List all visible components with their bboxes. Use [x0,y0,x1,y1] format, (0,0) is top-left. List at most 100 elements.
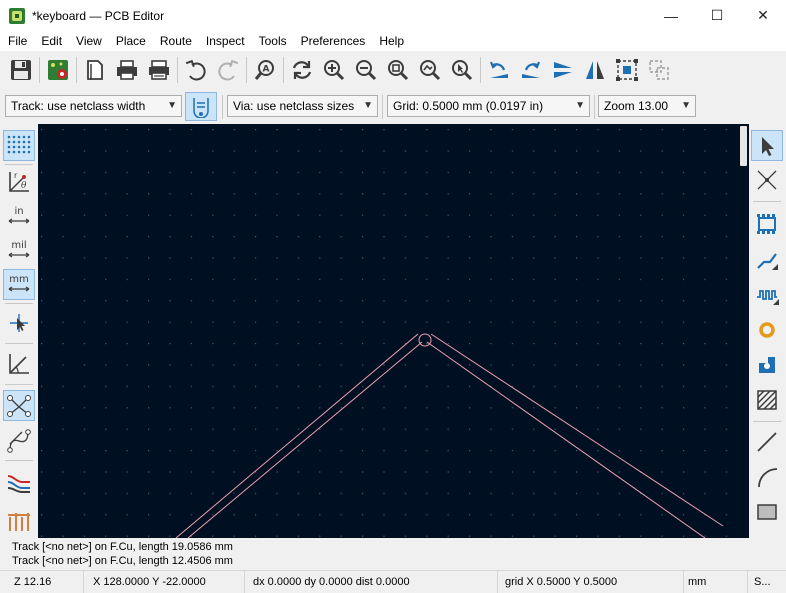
auto-track-width-button[interactable] [185,92,217,121]
zoom-out-button[interactable] [350,54,382,86]
via-icon [759,321,775,338]
rotate-ccw-button[interactable] [483,54,515,86]
draw-rectangle-button[interactable] [751,496,783,527]
ungroup-icon [649,60,669,80]
save-button[interactable] [5,54,37,86]
rectangle-icon [757,503,777,520]
polar-coords-button[interactable]: rθ [3,166,35,197]
menu-help[interactable]: Help [372,31,411,51]
chevron-down-icon: ▼ [363,100,373,111]
select-tool-button[interactable] [751,130,783,161]
status-bar: Z 12.16 X 128.0000 Y -22.0000 dx 0.0000 … [0,570,786,593]
menu-tools[interactable]: Tools [252,31,294,51]
draw-line-button[interactable] [751,426,783,457]
draw-arc-button[interactable] [751,461,783,492]
grid-select[interactable]: Grid: 0.5000 mm (0.0197 in) ▼ [387,95,590,117]
status-units: mm [684,571,748,593]
group-button[interactable] [611,54,643,86]
angle-line-icon [9,353,29,374]
zoom-out-icon [356,60,377,81]
board-setup-button[interactable] [42,54,74,86]
cursor-shape-button[interactable] [3,307,35,338]
status-delta: dx 0.0000 dy 0.0000 dist 0.0000 [248,571,498,593]
mirror-horizontal-button[interactable] [579,54,611,86]
toolbar-separator [753,421,781,422]
print-button[interactable] [111,54,143,86]
add-via-button[interactable] [751,314,783,345]
zoom-fit-icon [388,60,409,81]
options-separator [382,95,383,119]
show-ratsnest-button[interactable] [3,390,35,421]
mirror-vertical-icon [554,62,572,78]
zoom-objects-button[interactable] [414,54,446,86]
menu-place[interactable]: Place [109,31,153,51]
layers-manager-icon [8,512,30,531]
zoom-in-button[interactable] [318,54,350,86]
menu-inspect[interactable]: Inspect [199,31,252,51]
menu-edit[interactable]: Edit [34,31,69,51]
redo-button[interactable] [212,54,244,86]
menu-bar: File Edit View Place Route Inspect Tools… [0,31,786,51]
toggle-grid-button[interactable] [3,130,35,161]
layer-manager-button[interactable] [3,504,35,535]
find-button[interactable]: A [249,54,281,86]
rotate-ccw-icon [489,61,508,78]
add-footprint-button[interactable] [751,208,783,239]
scrollbar-thumb[interactable] [740,126,747,166]
pcbnew-app-icon [9,7,25,24]
ratsnest-icon [7,394,31,417]
canvas-vertical-scrollbar[interactable] [738,124,749,538]
local-ratsnest-icon [757,170,777,189]
group-icon [616,59,638,81]
grid-dots [38,124,749,538]
mm-units-icon: mm [8,274,30,292]
undo-button[interactable] [180,54,212,86]
page-settings-button[interactable] [79,54,111,86]
zoom-select[interactable]: Zoom 13.00 ▼ [598,95,696,117]
route-track-button[interactable] [751,244,783,275]
window-controls: — ☐ ✕ [648,0,786,31]
units-mm-button[interactable]: mm [3,269,35,300]
mirror-vertical-button[interactable] [547,54,579,86]
zoom-selection-icon [452,60,473,81]
status-coordinates: X 128.0000 Y -22.0000 [88,571,245,593]
close-button[interactable]: ✕ [740,0,786,31]
toolbar-separator [5,460,33,461]
toolbar-separator [480,57,481,83]
add-zone-button[interactable] [751,349,783,380]
pcb-canvas[interactable] [38,124,749,538]
net-color-mode-button[interactable] [3,467,35,498]
ratsnest-angle-button[interactable] [3,348,35,379]
board-setup-icon [48,60,68,80]
add-keepout-button[interactable] [751,384,783,415]
rotate-cw-icon [522,61,541,78]
menu-preferences[interactable]: Preferences [294,31,373,51]
ungroup-button[interactable] [643,54,675,86]
units-mil-button[interactable]: mil [3,235,35,266]
mirror-horizontal-icon [586,61,604,79]
track-width-select[interactable]: Track: use netclass width ▼ [5,95,182,117]
filled-zone-icon [759,356,775,373]
units-inch-button[interactable]: in [3,201,35,232]
mil-units-label: mil [11,240,26,251]
maximize-button[interactable]: ☐ [694,0,740,31]
svg-text:θ: θ [21,181,27,191]
menu-view[interactable]: View [69,31,109,51]
rotate-cw-button[interactable] [515,54,547,86]
minimize-button[interactable]: — [648,0,694,31]
plot-button[interactable] [143,54,175,86]
curved-ratsnest-button[interactable] [3,425,35,456]
inch-units-label: in [14,206,23,217]
menu-file[interactable]: File [1,31,34,51]
local-ratsnest-button[interactable] [751,164,783,195]
zoom-fit-button[interactable] [382,54,414,86]
grid-value: Grid: 0.5000 mm (0.0197 in) [393,99,544,113]
redraw-button[interactable] [286,54,318,86]
tune-length-button[interactable] [751,279,783,310]
menu-route[interactable]: Route [153,31,199,51]
redo-icon [218,59,239,81]
title-bar: *keyboard — PCB Editor — ☐ ✕ [0,0,786,31]
via-size-select[interactable]: Via: use netclass sizes ▼ [227,95,378,117]
zoom-selection-button[interactable] [446,54,478,86]
status-grid: grid X 0.5000 Y 0.5000 [500,571,684,593]
